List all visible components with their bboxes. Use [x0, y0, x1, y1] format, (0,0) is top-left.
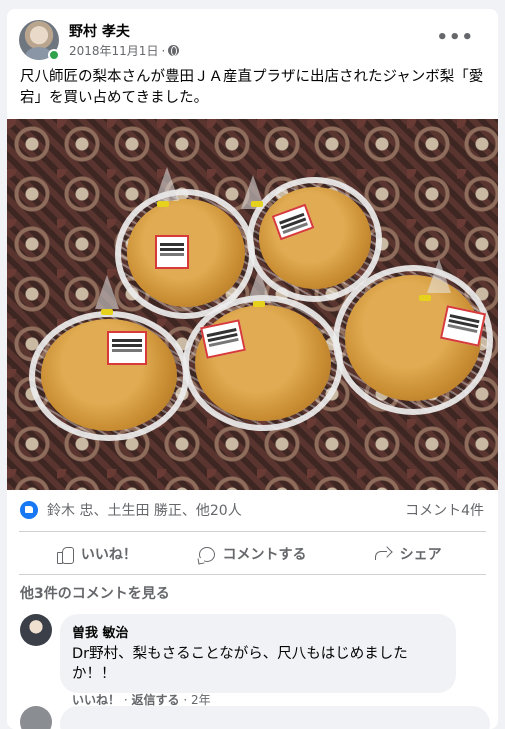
globe-icon	[168, 45, 180, 56]
commenter-avatar[interactable]	[20, 614, 52, 646]
thumb-icon	[56, 546, 74, 564]
plastic-bag-top	[155, 167, 179, 201]
reactions-bar: 鈴木 忠、土生田 勝正、他20人 コメント4件	[20, 498, 484, 522]
like-reaction-icon[interactable]	[20, 501, 38, 519]
share-label: シェア	[399, 547, 442, 563]
comment-icon	[198, 546, 215, 562]
online-status-dot	[48, 49, 60, 61]
separator: ·	[123, 693, 128, 707]
comment-text: Dr野村、梨もさることながら、尺八もはじめましたか！！	[72, 646, 408, 682]
price-label	[155, 235, 189, 269]
next-commenter-avatar[interactable]	[20, 706, 52, 729]
post-photo[interactable]	[7, 119, 498, 490]
post-card: 野村 孝夫 2018年11月1日 · ••• 尺八師匠の梨本さんが豊田ＪＡ産直プ…	[7, 9, 498, 729]
more-icon[interactable]: •••	[436, 27, 474, 48]
comment-like-link[interactable]: いいね！	[72, 693, 120, 707]
commenter-name[interactable]: 曽我 敏治	[72, 622, 444, 641]
like-label: いいね！	[80, 547, 137, 563]
view-more-comments-link[interactable]: 他3件のコメントを見る	[20, 583, 170, 603]
next-comment-bubble	[60, 706, 490, 729]
divider	[19, 531, 486, 532]
pear	[259, 187, 371, 289]
author-name[interactable]: 野村 孝夫	[69, 21, 130, 41]
comment-count[interactable]: コメント4件	[405, 500, 484, 520]
share-icon	[374, 547, 392, 561]
post-text: 尺八師匠の梨本さんが豊田ＪＡ産直プラザに出店されたジャンボ梨「愛宕」を買い占めて…	[20, 69, 484, 106]
comment-label: コメントする	[222, 547, 307, 563]
post-meta: 2018年11月1日 ·	[69, 42, 180, 59]
like-button[interactable]: いいね！	[19, 537, 175, 571]
reaction-names[interactable]: 鈴木 忠、土生田 勝正、他20人	[47, 500, 242, 520]
bag-tie	[101, 309, 113, 315]
meta-separator: ·	[161, 43, 166, 58]
bag-tie	[419, 295, 431, 301]
post-header: 野村 孝夫 2018年11月1日 · •••	[19, 19, 488, 63]
share-button[interactable]: シェア	[330, 537, 486, 571]
pear	[195, 305, 331, 421]
plastic-bag-top	[95, 275, 119, 309]
bag-tie	[251, 201, 263, 207]
price-label	[107, 331, 147, 365]
separator: ·	[183, 693, 188, 707]
comment-time[interactable]: 2年	[191, 693, 211, 707]
bag-tie	[157, 201, 169, 207]
bag-tie	[253, 301, 265, 307]
comment-reply-link[interactable]: 返信する	[132, 693, 180, 707]
post-date[interactable]: 2018年11月1日	[69, 42, 158, 59]
comment-button[interactable]: コメントする	[175, 537, 331, 571]
comment-bubble: 曽我 敏治 Dr野村、梨もさることながら、尺八もはじめましたか！！	[60, 614, 456, 693]
action-bar: いいね！ コメントする シェア	[19, 537, 486, 571]
divider	[19, 574, 486, 575]
